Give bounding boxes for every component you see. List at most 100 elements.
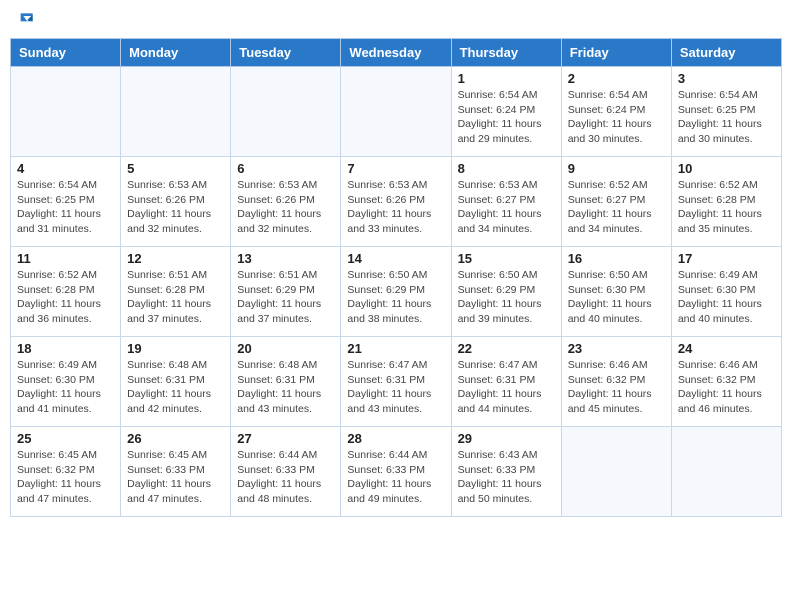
day-info: Sunrise: 6:49 AM Sunset: 6:30 PM Dayligh… [17,358,114,417]
calendar-cell: 4 Sunrise: 6:54 AM Sunset: 6:25 PM Daylig… [11,157,121,247]
day-info: Sunrise: 6:50 AM Sunset: 6:30 PM Dayligh… [568,268,665,327]
calendar-cell: 16 Sunrise: 6:50 AM Sunset: 6:30 PM Dayli… [561,247,671,337]
calendar-cell [561,427,671,517]
day-info: Sunrise: 6:45 AM Sunset: 6:32 PM Dayligh… [17,448,114,507]
day-number: 29 [458,431,555,446]
calendar-cell: 22 Sunrise: 6:47 AM Sunset: 6:31 PM Dayli… [451,337,561,427]
day-number: 25 [17,431,114,446]
day-number: 24 [678,341,775,356]
day-number: 20 [237,341,334,356]
calendar-cell: 21 Sunrise: 6:47 AM Sunset: 6:31 PM Dayli… [341,337,451,427]
day-info: Sunrise: 6:48 AM Sunset: 6:31 PM Dayligh… [237,358,334,417]
day-info: Sunrise: 6:50 AM Sunset: 6:29 PM Dayligh… [458,268,555,327]
day-number: 19 [127,341,224,356]
day-number: 26 [127,431,224,446]
day-number: 12 [127,251,224,266]
day-number: 17 [678,251,775,266]
weekday-header-wednesday: Wednesday [341,39,451,67]
day-info: Sunrise: 6:47 AM Sunset: 6:31 PM Dayligh… [347,358,444,417]
day-info: Sunrise: 6:54 AM Sunset: 6:25 PM Dayligh… [678,88,775,147]
weekday-header-sunday: Sunday [11,39,121,67]
calendar-cell: 7 Sunrise: 6:53 AM Sunset: 6:26 PM Daylig… [341,157,451,247]
day-info: Sunrise: 6:43 AM Sunset: 6:33 PM Dayligh… [458,448,555,507]
calendar-cell: 12 Sunrise: 6:51 AM Sunset: 6:28 PM Dayli… [121,247,231,337]
calendar-cell: 18 Sunrise: 6:49 AM Sunset: 6:30 PM Dayli… [11,337,121,427]
day-info: Sunrise: 6:54 AM Sunset: 6:25 PM Dayligh… [17,178,114,237]
week-row-3: 11Sunrise: 6:52 AM Sunset: 6:28 PM Dayli… [11,247,782,337]
calendar-cell: 6 Sunrise: 6:53 AM Sunset: 6:26 PM Daylig… [231,157,341,247]
calendar-cell: 20 Sunrise: 6:48 AM Sunset: 6:31 PM Dayli… [231,337,341,427]
day-info: Sunrise: 6:44 AM Sunset: 6:33 PM Dayligh… [237,448,334,507]
calendar-cell: 19Sunrise: 6:48 AM Sunset: 6:31 PM Dayli… [121,337,231,427]
calendar-cell: 13 Sunrise: 6:51 AM Sunset: 6:29 PM Dayli… [231,247,341,337]
day-number: 23 [568,341,665,356]
calendar-cell [121,67,231,157]
calendar-cell: 10Sunrise: 6:52 AM Sunset: 6:28 PM Dayli… [671,157,781,247]
day-info: Sunrise: 6:53 AM Sunset: 6:26 PM Dayligh… [347,178,444,237]
weekday-header-friday: Friday [561,39,671,67]
calendar-cell [231,67,341,157]
day-info: Sunrise: 6:44 AM Sunset: 6:33 PM Dayligh… [347,448,444,507]
day-number: 16 [568,251,665,266]
day-info: Sunrise: 6:45 AM Sunset: 6:33 PM Dayligh… [127,448,224,507]
calendar-cell [671,427,781,517]
weekday-header-tuesday: Tuesday [231,39,341,67]
week-row-2: 4 Sunrise: 6:54 AM Sunset: 6:25 PM Daylig… [11,157,782,247]
calendar-cell: 25 Sunrise: 6:45 AM Sunset: 6:32 PM Dayli… [11,427,121,517]
logo [14,10,34,30]
calendar-cell: 2 Sunrise: 6:54 AM Sunset: 6:24 PM Daylig… [561,67,671,157]
calendar-cell: 5 Sunrise: 6:53 AM Sunset: 6:26 PM Daylig… [121,157,231,247]
day-number: 7 [347,161,444,176]
calendar-cell: 17Sunrise: 6:49 AM Sunset: 6:30 PM Dayli… [671,247,781,337]
calendar-cell: 3Sunrise: 6:54 AM Sunset: 6:25 PM Daylig… [671,67,781,157]
day-number: 22 [458,341,555,356]
weekday-header-row: SundayMondayTuesdayWednesdayThursdayFrid… [11,39,782,67]
day-number: 13 [237,251,334,266]
calendar-cell: 27 Sunrise: 6:44 AM Sunset: 6:33 PM Dayli… [231,427,341,517]
day-number: 2 [568,71,665,86]
day-info: Sunrise: 6:46 AM Sunset: 6:32 PM Dayligh… [678,358,775,417]
calendar-cell [11,67,121,157]
day-info: Sunrise: 6:51 AM Sunset: 6:29 PM Dayligh… [237,268,334,327]
day-info: Sunrise: 6:52 AM Sunset: 6:27 PM Dayligh… [568,178,665,237]
day-number: 10 [678,161,775,176]
day-number: 11 [17,251,114,266]
calendar-cell: 14 Sunrise: 6:50 AM Sunset: 6:29 PM Dayli… [341,247,451,337]
day-number: 28 [347,431,444,446]
day-number: 6 [237,161,334,176]
calendar-cell: 11Sunrise: 6:52 AM Sunset: 6:28 PM Dayli… [11,247,121,337]
weekday-header-saturday: Saturday [671,39,781,67]
week-row-4: 18 Sunrise: 6:49 AM Sunset: 6:30 PM Dayli… [11,337,782,427]
day-info: Sunrise: 6:53 AM Sunset: 6:26 PM Dayligh… [237,178,334,237]
day-info: Sunrise: 6:53 AM Sunset: 6:27 PM Dayligh… [458,178,555,237]
day-number: 8 [458,161,555,176]
day-number: 18 [17,341,114,356]
day-info: Sunrise: 6:54 AM Sunset: 6:24 PM Dayligh… [458,88,555,147]
day-number: 4 [17,161,114,176]
header [10,10,782,30]
day-info: Sunrise: 6:54 AM Sunset: 6:24 PM Dayligh… [568,88,665,147]
day-info: Sunrise: 6:50 AM Sunset: 6:29 PM Dayligh… [347,268,444,327]
calendar-cell: 8 Sunrise: 6:53 AM Sunset: 6:27 PM Daylig… [451,157,561,247]
week-row-5: 25 Sunrise: 6:45 AM Sunset: 6:32 PM Dayli… [11,427,782,517]
weekday-header-monday: Monday [121,39,231,67]
day-info: Sunrise: 6:51 AM Sunset: 6:28 PM Dayligh… [127,268,224,327]
day-number: 27 [237,431,334,446]
day-number: 5 [127,161,224,176]
day-number: 14 [347,251,444,266]
day-number: 21 [347,341,444,356]
calendar-cell: 29 Sunrise: 6:43 AM Sunset: 6:33 PM Dayli… [451,427,561,517]
calendar-cell: 9 Sunrise: 6:52 AM Sunset: 6:27 PM Daylig… [561,157,671,247]
calendar-cell: 28 Sunrise: 6:44 AM Sunset: 6:33 PM Dayli… [341,427,451,517]
calendar-cell: 15 Sunrise: 6:50 AM Sunset: 6:29 PM Dayli… [451,247,561,337]
calendar-table: SundayMondayTuesdayWednesdayThursdayFrid… [10,38,782,517]
calendar-cell: 1 Sunrise: 6:54 AM Sunset: 6:24 PM Daylig… [451,67,561,157]
day-info: Sunrise: 6:53 AM Sunset: 6:26 PM Dayligh… [127,178,224,237]
day-info: Sunrise: 6:46 AM Sunset: 6:32 PM Dayligh… [568,358,665,417]
day-number: 15 [458,251,555,266]
day-info: Sunrise: 6:47 AM Sunset: 6:31 PM Dayligh… [458,358,555,417]
day-number: 1 [458,71,555,86]
calendar-cell: 26 Sunrise: 6:45 AM Sunset: 6:33 PM Dayli… [121,427,231,517]
day-number: 9 [568,161,665,176]
week-row-1: 1 Sunrise: 6:54 AM Sunset: 6:24 PM Daylig… [11,67,782,157]
